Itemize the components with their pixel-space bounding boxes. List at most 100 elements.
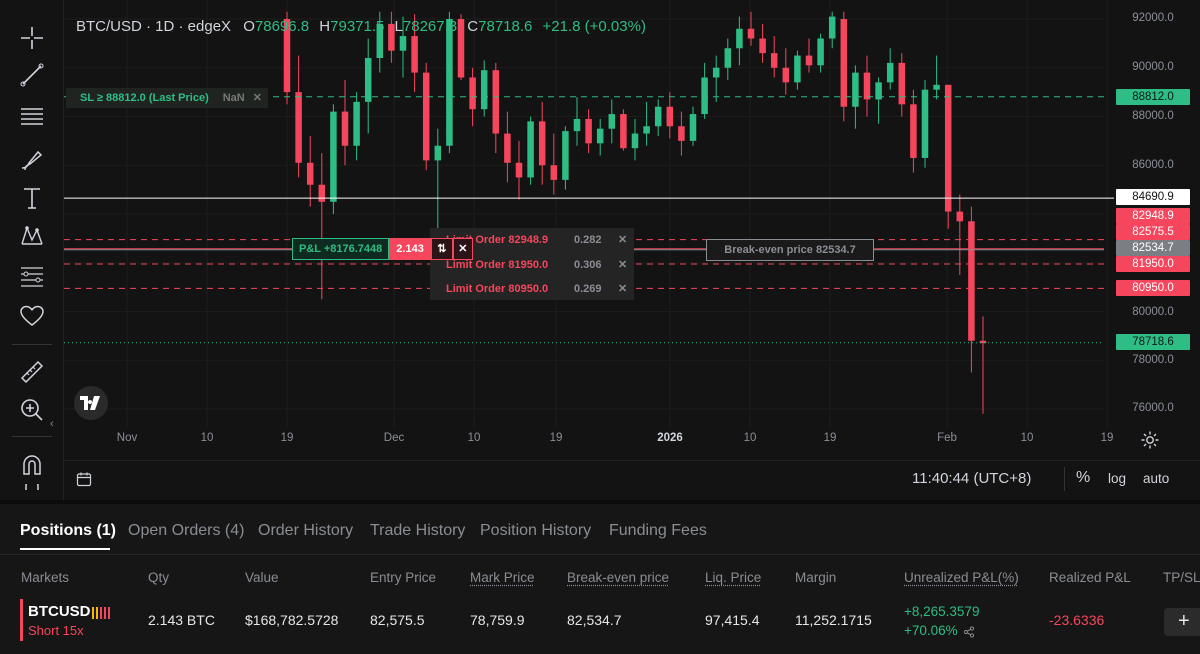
col-unrealized-pnl: Unrealized P&L(%)	[904, 570, 1019, 585]
ruler-icon[interactable]	[14, 354, 50, 390]
candle-body	[620, 114, 627, 149]
candle-body	[573, 118, 581, 132]
position-side: Short 15x	[28, 623, 84, 638]
time-tick: 19	[823, 432, 837, 444]
brush-icon[interactable]	[14, 140, 50, 176]
share-icon[interactable]	[963, 625, 975, 643]
active-tab-indicator	[20, 548, 110, 550]
tab-funding-fees[interactable]: Funding Fees	[609, 522, 707, 540]
time-tick: 19	[280, 432, 294, 444]
col-liq-price: Liq. Price	[705, 570, 762, 585]
chart-footer: 11:40:44 (UTC+8) % log auto	[64, 460, 1200, 498]
candle-body	[689, 114, 697, 141]
cell-value: $168,782.5728	[245, 612, 339, 628]
entry-price-tag: 82575.5	[1116, 224, 1190, 240]
heart-icon[interactable]	[14, 298, 50, 334]
time-tick: Feb	[937, 432, 957, 444]
limit-order-3-label[interactable]: Limit Order 80950.0	[440, 280, 554, 298]
pnl-qty: 2.143	[389, 238, 431, 260]
tradingview-logo[interactable]	[74, 386, 108, 420]
col-mark-price: Mark Price	[470, 570, 535, 585]
open-label: O	[243, 18, 255, 35]
add-tpsl-button[interactable]: +	[1164, 608, 1200, 636]
close-value: 78718.6	[478, 18, 533, 35]
tab-open-orders[interactable]: Open Orders (4)	[128, 522, 244, 540]
limit-order-3-cancel-icon[interactable]: ✕	[612, 280, 633, 298]
collapse-arrow-icon[interactable]: ‹	[50, 418, 54, 430]
pattern-icon[interactable]	[14, 218, 50, 254]
fib-icon[interactable]	[14, 258, 50, 294]
cell-liq-price: 97,415.4	[705, 612, 760, 628]
cell-margin: 11,252.1715	[795, 612, 872, 628]
percent-scale-toggle[interactable]: %	[1076, 469, 1090, 487]
candle-body	[770, 53, 778, 68]
time-tick: Nov	[116, 432, 138, 444]
candle-body	[898, 62, 906, 105]
close-position-icon[interactable]: ✕	[452, 238, 473, 260]
stop-loss-close-icon[interactable]: ✕	[251, 88, 268, 108]
short-side-marker	[20, 599, 23, 641]
auto-scale-toggle[interactable]: auto	[1143, 471, 1169, 486]
cell-break-even: 82,534.7	[567, 612, 622, 628]
col-entry-price: Entry Price	[370, 570, 437, 585]
magnet-icon[interactable]	[14, 448, 50, 484]
price-tick: 92000.0	[1132, 12, 1174, 24]
ohlc-legend: BTC/USD · 1D · edgeX O78696.8 H79371.5 L…	[76, 18, 646, 35]
change-value: +21.8 (+0.03%)	[542, 18, 646, 35]
tab-order-history[interactable]: Order History	[258, 522, 353, 540]
trend-line-icon[interactable]	[14, 57, 50, 93]
lock-icon[interactable]	[14, 484, 50, 500]
high-value: 79371.5	[330, 18, 385, 35]
cell-qty: 2.143 BTC	[148, 612, 215, 628]
low-label: L	[394, 18, 403, 35]
tab-trade-history[interactable]: Trade History	[370, 522, 465, 540]
price-chart[interactable]: BTC/USD · 1D · edgeX O78696.8 H79371.5 L…	[64, 0, 1200, 500]
candle-body	[782, 67, 790, 83]
pnl-label: P&L +8176.7448	[292, 238, 390, 260]
reverse-position-icon[interactable]: ⇅	[430, 238, 453, 260]
position-pnl-chip[interactable]: P&L +8176.7448 2.143 ⇅ ✕	[292, 238, 473, 260]
limit-order-2-cancel-icon[interactable]: ✕	[612, 256, 633, 274]
time-tick: Dec	[383, 432, 405, 444]
chart-settings-icon[interactable]	[1140, 430, 1160, 455]
candle-body	[828, 16, 836, 39]
limit-order-1-qty: 0.282	[574, 234, 602, 246]
candle-body	[585, 118, 592, 144]
limit-order-2-qty: 0.306	[574, 259, 602, 271]
crosshair-icon[interactable]	[14, 20, 50, 56]
col-value: Value	[245, 570, 279, 585]
market-symbol[interactable]: BTCUSD	[28, 603, 91, 620]
candle-body	[817, 38, 824, 66]
tab-positions[interactable]: Positions (1)	[20, 522, 116, 540]
text-icon[interactable]	[14, 180, 50, 216]
clock-readout[interactable]: 11:40:44 (UTC+8)	[912, 470, 1031, 487]
order-2-price-tag: 81950.0	[1116, 256, 1190, 272]
order-1-price-tag: 82948.9	[1116, 208, 1190, 224]
candle-body	[480, 70, 488, 110]
log-scale-toggle[interactable]: log	[1108, 471, 1126, 486]
candle-body	[794, 55, 801, 83]
tab-position-history[interactable]: Position History	[480, 522, 591, 540]
break-even-price-tag: 82534.7	[1116, 240, 1190, 256]
horizontal-lines-icon[interactable]	[14, 98, 50, 134]
time-tick: 19	[1100, 432, 1114, 444]
candle-body	[886, 62, 894, 83]
stop-loss-label: SL ≥ 88812.0 (Last Price)	[80, 92, 209, 104]
cell-mark-price: 78,759.9	[470, 612, 525, 628]
calendar-icon[interactable]	[76, 471, 92, 492]
zoom-in-icon[interactable]	[14, 392, 50, 428]
limit-order-1-cancel-icon[interactable]: ✕	[612, 231, 633, 249]
col-break-even: Break-even price	[567, 570, 670, 585]
candle-body	[596, 128, 604, 144]
symbol-label[interactable]: BTC/USD · 1D · edgeX	[76, 18, 231, 35]
candle-body	[840, 19, 848, 107]
stop-loss-chip[interactable]: SL ≥ 88812.0 (Last Price) NaN ✕	[66, 88, 268, 108]
toolbar-divider	[12, 344, 52, 345]
candle-body	[422, 72, 430, 161]
candle-body	[863, 72, 871, 100]
candle-body	[631, 133, 639, 149]
open-value: 78696.8	[254, 18, 310, 35]
last-price-tag: 78718.6	[1116, 334, 1190, 350]
low-value: 78267.3	[402, 18, 458, 35]
candle-body	[701, 77, 708, 115]
